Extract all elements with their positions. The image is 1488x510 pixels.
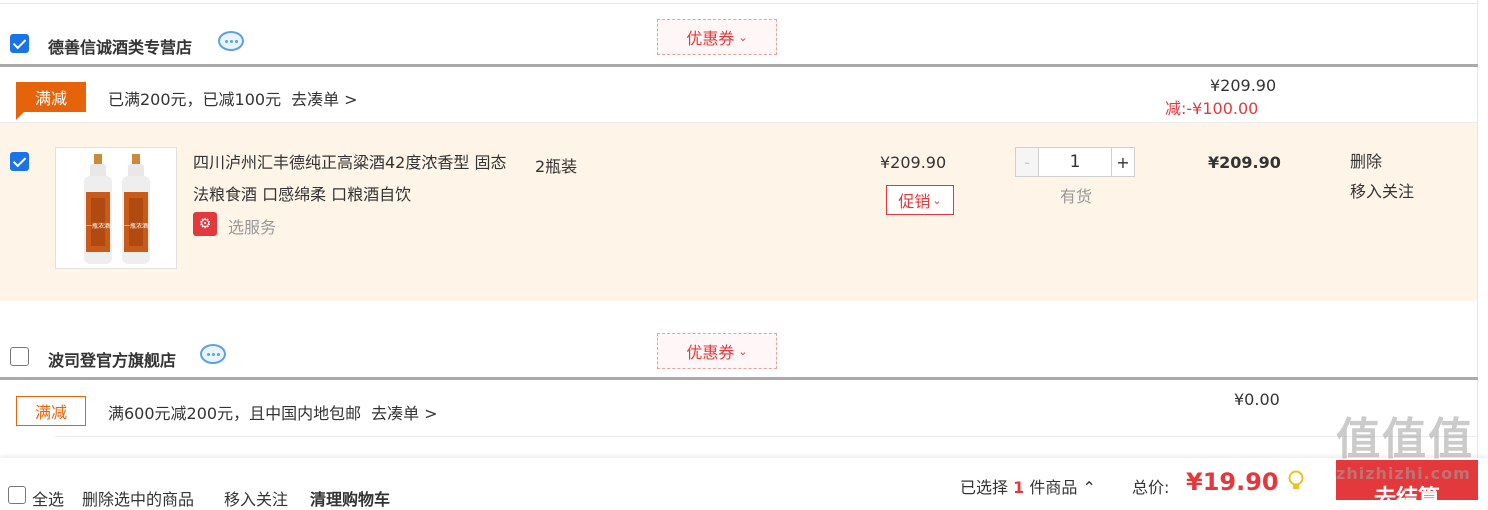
coupon-button-2[interactable]: 优惠券 ⌄ [657, 333, 777, 369]
service-icon: ⚙ [193, 212, 217, 236]
bottle-label-2: 一瓶浓酒 [124, 222, 148, 230]
shop-divider-2 [0, 377, 1478, 380]
total-price: ¥19.90 [1186, 468, 1279, 496]
move-to-follow-link[interactable]: 移入关注 [1350, 177, 1414, 207]
bottles-image: 一瓶浓酒 一瓶浓酒 [84, 154, 150, 264]
promotion-label: 促销 [898, 192, 931, 211]
promo-desc: 满600元减200元，且中国内地包邮 [108, 404, 362, 423]
quantity-input[interactable]: 1 [1039, 147, 1111, 177]
select-all-label[interactable]: 全选 [32, 486, 64, 510]
increase-button[interactable]: + [1111, 147, 1135, 177]
add-more-link[interactable]: 去凑单 > [291, 90, 358, 109]
watermark: 值值值 zhizhizhi.com [1336, 416, 1488, 500]
promo-tag-tail [16, 112, 24, 120]
decrease-button[interactable]: - [1015, 147, 1039, 177]
delete-selected-link[interactable]: 删除选中的商品 [82, 486, 194, 510]
item-checkbox[interactable] [10, 152, 29, 171]
coupon-button-1[interactable]: 优惠券 ⌄ [657, 19, 777, 55]
shop-name-2[interactable]: 波司登官方旗舰店 [48, 347, 176, 371]
shop-subtotal-2: ¥0.00 [1234, 390, 1280, 409]
bottle-label-1: 一瓶浓酒 [86, 222, 110, 230]
delete-link[interactable]: 删除 [1350, 147, 1382, 177]
watermark-url: zhizhizhi.com [1336, 464, 1471, 483]
coupon-label: 优惠券 [686, 343, 735, 362]
watermark-logo: 值值值 [1336, 414, 1474, 465]
discount-value: -¥100.00 [1186, 99, 1259, 118]
product-spec: 2瓶装 [535, 157, 578, 176]
shop-subtotal-1: ¥209.90 [1210, 76, 1277, 95]
shop-discount-1: 减:-¥100.00 [1165, 95, 1258, 119]
select-service-link[interactable]: 选服务 [228, 214, 276, 238]
chevron-down-icon: ⌄ [738, 344, 748, 358]
shop-checkbox-2[interactable] [10, 347, 29, 366]
stock-status: 有货 [1060, 187, 1093, 206]
shop-checkbox-1[interactable] [10, 34, 29, 53]
shop-name-1[interactable]: 德善信诚酒类专营店 [48, 34, 192, 58]
unit-price: ¥209.90 [880, 153, 947, 172]
clear-cart-link[interactable]: 清理购物车 [310, 486, 390, 510]
promo-tag-2: 满减 [16, 396, 86, 426]
promo-text-1: 已满200元，已减100元 去凑单 > [108, 86, 358, 110]
chevron-down-icon: ⌄ [738, 30, 748, 44]
selected-count: 1 [1013, 478, 1025, 497]
quantity-stepper: - 1 + [1015, 147, 1135, 177]
row-divider [55, 436, 1477, 437]
item-sum: ¥209.90 [1208, 153, 1281, 172]
promo-text-2: 满600元减200元，且中国内地包邮 去凑单 > [108, 400, 438, 424]
selected-suffix: 件商品 [1029, 478, 1078, 497]
product-name[interactable]: 四川泸州汇丰德纯正高粱酒42度浓香型 固态法粮食酒 口感绵柔 口粮酒自饮 [193, 147, 509, 211]
selected-summary[interactable]: 已选择 1 件商品 ⌃ [960, 474, 1096, 498]
chat-icon[interactable] [200, 344, 226, 364]
add-more-link[interactable]: 去凑单 > [371, 404, 438, 423]
total-label: 总价: [1132, 478, 1170, 497]
discount-label: 减: [1165, 99, 1187, 118]
promo-desc: 已满200元，已减100元 [108, 90, 282, 109]
move-to-follow-link[interactable]: 移入关注 [224, 486, 288, 510]
select-all-checkbox[interactable] [8, 486, 26, 504]
coupon-label: 优惠券 [686, 29, 735, 48]
promo-tag-1: 满减 [16, 82, 86, 112]
product-thumbnail[interactable]: 一瓶浓酒 一瓶浓酒 [55, 147, 177, 269]
chevron-up-icon: ⌃ [1082, 478, 1096, 497]
chevron-down-icon: ⌄ [932, 193, 942, 207]
chat-icon[interactable] [218, 31, 244, 51]
promotion-dropdown[interactable]: 促销 ⌄ [886, 185, 954, 215]
selected-prefix: 已选择 [960, 478, 1009, 497]
lightbulb-icon[interactable] [1288, 470, 1304, 492]
top-divider [0, 0, 1478, 4]
